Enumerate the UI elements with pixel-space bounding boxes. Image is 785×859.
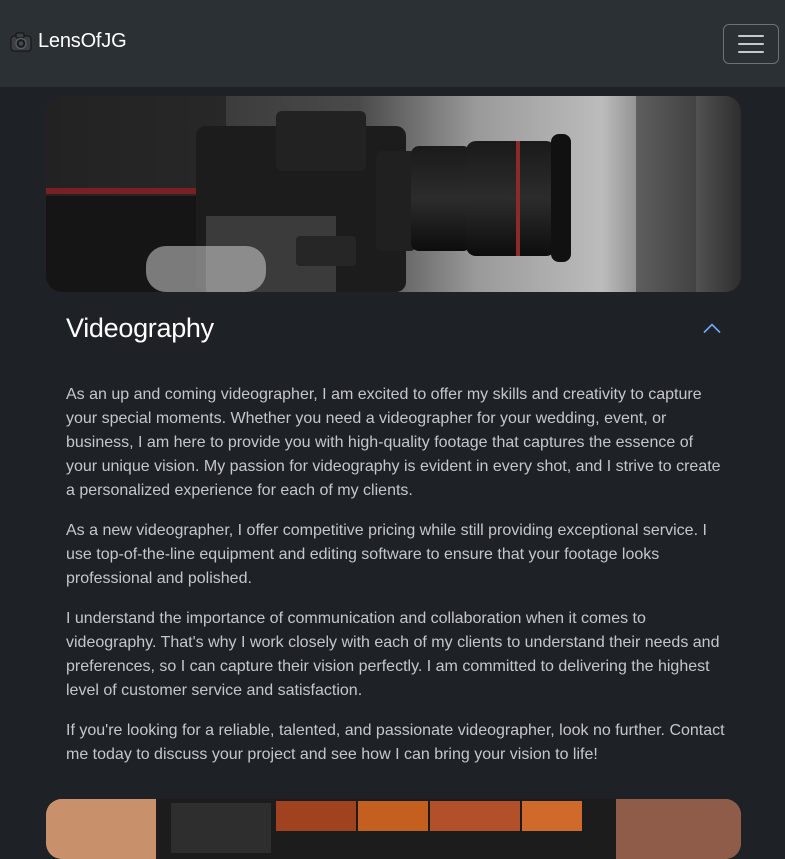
accordion-header-videography[interactable]: Videography [46, 300, 741, 356]
videography-header-image [46, 96, 741, 292]
camera-icon [10, 32, 32, 51]
navbar-brand[interactable]: LensOfJG [10, 30, 127, 53]
paragraph: I understand the importance of communica… [66, 610, 720, 699]
hamburger-menu-icon [738, 34, 764, 37]
chevron-up-icon[interactable] [703, 322, 721, 334]
navbar-toggle-button[interactable] [723, 23, 779, 64]
paragraph: If you're looking for a reliable, talent… [66, 722, 725, 763]
next-section-header-image [46, 799, 741, 859]
paragraph: As an up and coming videographer, I am e… [66, 386, 721, 499]
paragraph: As a new videographer, I offer competiti… [66, 522, 707, 587]
accordion-body: As an up and coming videographer, I am e… [66, 383, 726, 783]
section-title: Videography [66, 312, 214, 343]
brand-name: LensOfJG [38, 30, 127, 52]
navbar: LensOfJG [0, 0, 785, 87]
